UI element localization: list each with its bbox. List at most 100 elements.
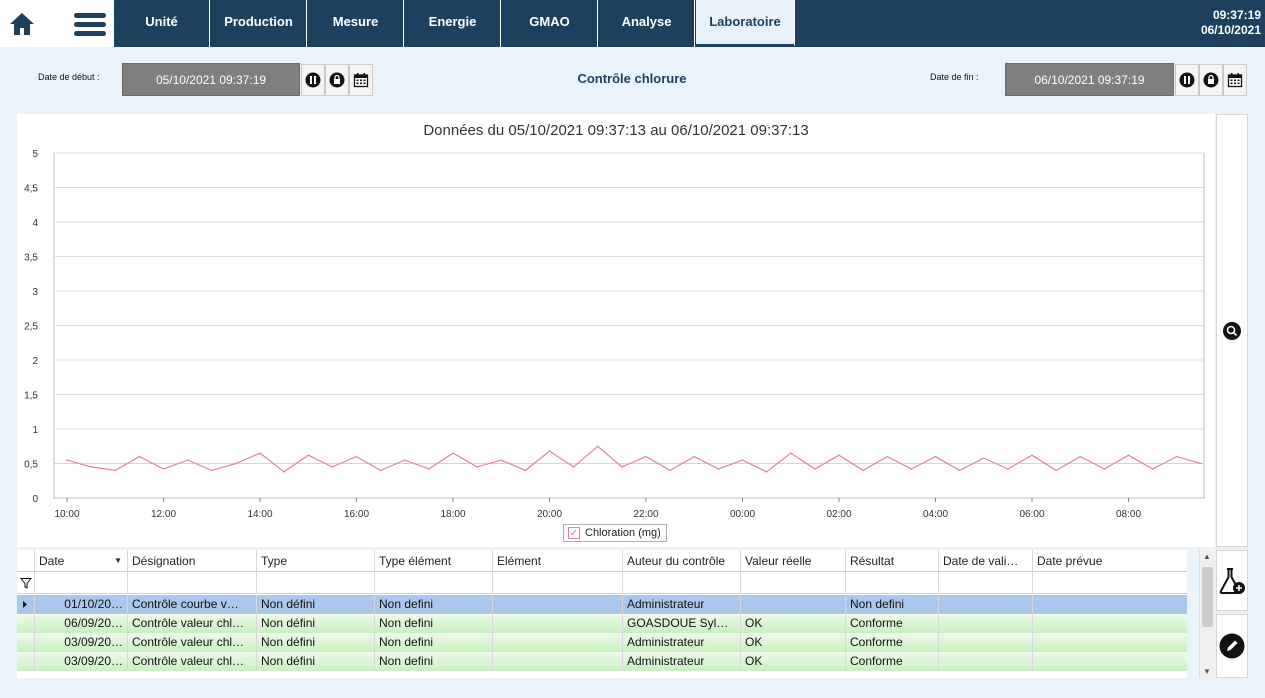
cell-date-validation xyxy=(939,595,1033,614)
legend-checkbox[interactable]: ✓ xyxy=(568,527,580,539)
table-row[interactable]: 06/09/20… Contrôle valeur chl… Non défin… xyxy=(17,614,1187,633)
column-header-type[interactable]: Type xyxy=(257,550,375,572)
pause-icon xyxy=(1179,72,1195,88)
column-header-date-validation[interactable]: Date de vali… xyxy=(939,550,1033,572)
filter-cell[interactable] xyxy=(128,572,257,594)
pause-icon xyxy=(305,72,321,88)
column-header-date-prevue[interactable]: Date prévue xyxy=(1033,550,1187,572)
x-tick-label: 10:00 xyxy=(54,509,79,520)
tab-mesure[interactable]: Mesure xyxy=(308,0,404,47)
series-point xyxy=(621,466,623,468)
column-header-element[interactable]: Elément xyxy=(493,550,623,572)
table-scrollbar[interactable]: ▲ ▼ xyxy=(1199,550,1214,678)
filter-cell[interactable] xyxy=(939,572,1033,594)
cell-auteur: Administrateur xyxy=(623,652,741,671)
menu-button[interactable] xyxy=(66,0,114,47)
x-tick-label: 08:00 xyxy=(1116,509,1141,520)
start-lock-button[interactable] xyxy=(325,64,349,96)
x-tick-label: 12:00 xyxy=(151,509,176,520)
clock-date: 06/10/2021 xyxy=(1200,23,1261,37)
start-date-field[interactable]: 05/10/2021 09:37:19 xyxy=(122,63,300,96)
filter-cell[interactable] xyxy=(493,572,623,594)
filter-cell[interactable] xyxy=(257,572,375,594)
tab-unite[interactable]: Unité xyxy=(114,0,210,47)
y-tick-label: 3 xyxy=(32,287,38,298)
clock: 09:37:19 06/10/2021 xyxy=(1201,8,1261,38)
x-tick-label: 20:00 xyxy=(537,509,562,520)
series-point xyxy=(910,468,913,470)
end-lock-button[interactable] xyxy=(1199,64,1223,96)
hamburger-menu-icon xyxy=(74,12,106,36)
series-point xyxy=(669,469,671,472)
cell-designation: Contrôle valeur chl… xyxy=(128,633,257,652)
start-pause-button[interactable] xyxy=(301,64,325,96)
y-tick-label: 2,5 xyxy=(24,322,38,333)
column-header-type-element[interactable]: Type élément xyxy=(375,550,493,572)
home-icon xyxy=(10,12,34,35)
series-point xyxy=(524,469,527,472)
cell-valeur-reelle xyxy=(741,595,846,614)
scroll-up-icon[interactable]: ▲ xyxy=(1203,552,1211,561)
filter-cell[interactable] xyxy=(1033,572,1187,594)
filter-cell[interactable] xyxy=(35,572,128,594)
column-header-resultat[interactable]: Résultat xyxy=(846,550,939,572)
cell-date: 03/09/20… xyxy=(35,633,128,652)
tab-laboratoire[interactable]: Laboratoire xyxy=(696,0,795,47)
cell-designation: Contrôle valeur chl… xyxy=(128,652,257,671)
x-tick-label: 02:00 xyxy=(826,509,851,520)
series-point xyxy=(814,468,816,470)
current-row-arrow-icon xyxy=(23,601,27,608)
lock-icon xyxy=(1203,72,1219,88)
end-date-field[interactable]: 06/10/2021 09:37:19 xyxy=(1005,63,1174,96)
series-point xyxy=(162,468,165,470)
scroll-down-icon[interactable]: ▼ xyxy=(1203,667,1211,676)
start-calendar-button[interactable] xyxy=(349,64,373,96)
home-button[interactable] xyxy=(0,0,44,47)
tab-analyse[interactable]: Analyse xyxy=(599,0,695,47)
filter-button[interactable] xyxy=(17,572,35,594)
column-header-designation[interactable]: Désignation xyxy=(128,550,257,572)
column-header-date[interactable]: Date ▼ xyxy=(35,550,128,572)
cell-valeur-reelle: OK xyxy=(741,614,846,633)
table-row[interactable]: 03/09/20… Contrôle valeur chl… Non défin… xyxy=(17,652,1187,671)
table-row[interactable]: 03/09/20… Contrôle valeur chl… Non défin… xyxy=(17,633,1187,652)
filter-cell[interactable] xyxy=(623,572,741,594)
series-point xyxy=(355,455,358,458)
scrollbar-thumb[interactable] xyxy=(1202,567,1213,627)
chart-panel: Données du 05/10/2021 09:37:13 au 06/10/… xyxy=(17,114,1215,547)
end-calendar-button[interactable] xyxy=(1223,64,1247,96)
y-tick-label: 1,5 xyxy=(24,391,38,402)
tab-gmao[interactable]: GMAO xyxy=(502,0,598,47)
cell-auteur: GOASDOUE Syl… xyxy=(623,614,741,633)
end-pause-button[interactable] xyxy=(1175,64,1199,96)
column-header-auteur[interactable]: Auteur du contrôle xyxy=(623,550,741,572)
column-header-valeur-reelle[interactable]: Valeur réelle xyxy=(741,550,846,572)
series-point xyxy=(500,459,503,461)
chart-legend[interactable]: ✓ Chloration (mg) xyxy=(563,524,667,542)
table-header: Date ▼ Désignation Type Type élément Elém… xyxy=(17,550,1187,572)
edit-button[interactable] xyxy=(1216,614,1248,678)
tab-energie[interactable]: Energie xyxy=(405,0,501,47)
series-point xyxy=(1055,469,1057,472)
zoom-button[interactable] xyxy=(1216,114,1248,547)
series-point xyxy=(283,471,285,473)
series-point xyxy=(1079,455,1082,458)
sort-desc-icon: ▼ xyxy=(114,556,122,565)
page-title: Contrôle chlorure xyxy=(577,71,687,86)
x-tick-label: 22:00 xyxy=(633,509,658,520)
filter-cell[interactable] xyxy=(375,572,493,594)
header-corner xyxy=(17,550,35,572)
series-point xyxy=(765,471,768,473)
x-tick-label: 14:00 xyxy=(247,509,272,520)
cell-type-element: Non defini xyxy=(375,595,493,614)
filter-cell[interactable] xyxy=(846,572,939,594)
table-row[interactable]: 01/10/20… Contrôle courbe v… Non défini … xyxy=(17,595,1187,614)
series-point xyxy=(331,466,334,468)
cell-date: 01/10/20… xyxy=(35,595,128,614)
filter-cell[interactable] xyxy=(741,572,846,594)
series-point xyxy=(790,452,792,454)
series-point xyxy=(693,455,696,458)
tab-production[interactable]: Production xyxy=(211,0,307,47)
row-indicator xyxy=(17,595,35,614)
add-lab-control-button[interactable] xyxy=(1216,550,1248,611)
